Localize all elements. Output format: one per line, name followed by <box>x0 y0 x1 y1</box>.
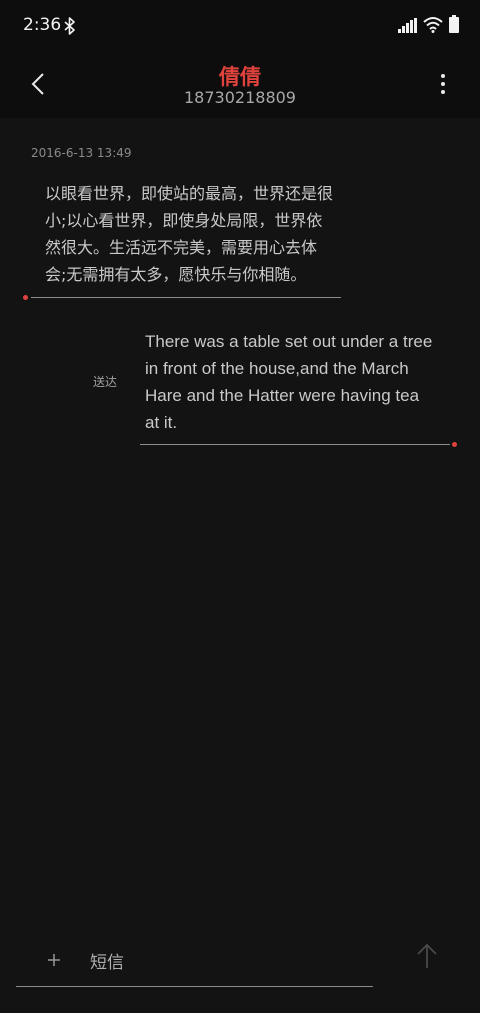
status-bar: 2:36 <box>0 0 480 52</box>
battery-icon <box>449 15 459 33</box>
message-line: 以眼看世界，即使站的最高，世界还是很 <box>45 184 334 203</box>
message-input[interactable] <box>90 948 360 978</box>
message-line: 会;无需拥有太多，愿快乐与你相随。 <box>45 265 307 284</box>
more-options-button[interactable] <box>431 68 455 100</box>
conversation-header: 倩倩 18730218809 <box>0 52 480 118</box>
compose-divider <box>16 986 373 987</box>
incoming-message-divider <box>31 297 341 298</box>
send-button[interactable] <box>410 939 444 973</box>
incoming-indicator-dot <box>23 295 28 300</box>
outgoing-message[interactable]: There was a table set out under a tree i… <box>145 328 445 436</box>
delivery-status: 送达 <box>93 375 118 389</box>
wifi-icon <box>423 17 443 33</box>
signal-icon <box>398 18 417 33</box>
arrow-up-icon <box>417 943 437 968</box>
messaging-screen: 2:36 倩倩 18730218809 2016-6-13 13:49 以眼看世… <box>0 0 480 1013</box>
message-line: Hare and the Hatter were having tea <box>145 386 420 405</box>
outgoing-message-divider <box>140 444 450 445</box>
attach-button[interactable] <box>40 946 68 974</box>
message-line: at it. <box>145 413 178 432</box>
contact-number: 18730218809 <box>184 88 296 107</box>
message-line: 小;以心看世界，即使身处局限，世界依 <box>45 211 323 230</box>
more-vertical-icon <box>441 74 445 94</box>
message-timestamp: 2016-6-13 13:49 <box>31 146 132 160</box>
bluetooth-icon <box>64 17 75 35</box>
outgoing-indicator-dot <box>452 442 457 447</box>
plus-icon <box>48 954 60 966</box>
incoming-message[interactable]: 以眼看世界，即使站的最高，世界还是很 小;以心看世界，即使身处局限，世界依 然很… <box>45 180 345 288</box>
message-line: in front of the house,and the March <box>145 359 409 378</box>
status-time: 2:36 <box>23 15 62 35</box>
message-line: 然很大。生活远不完美，需要用心去体 <box>45 238 318 257</box>
contact-name: 倩倩 <box>219 65 261 89</box>
message-line: There was a table set out under a tree <box>145 332 433 351</box>
